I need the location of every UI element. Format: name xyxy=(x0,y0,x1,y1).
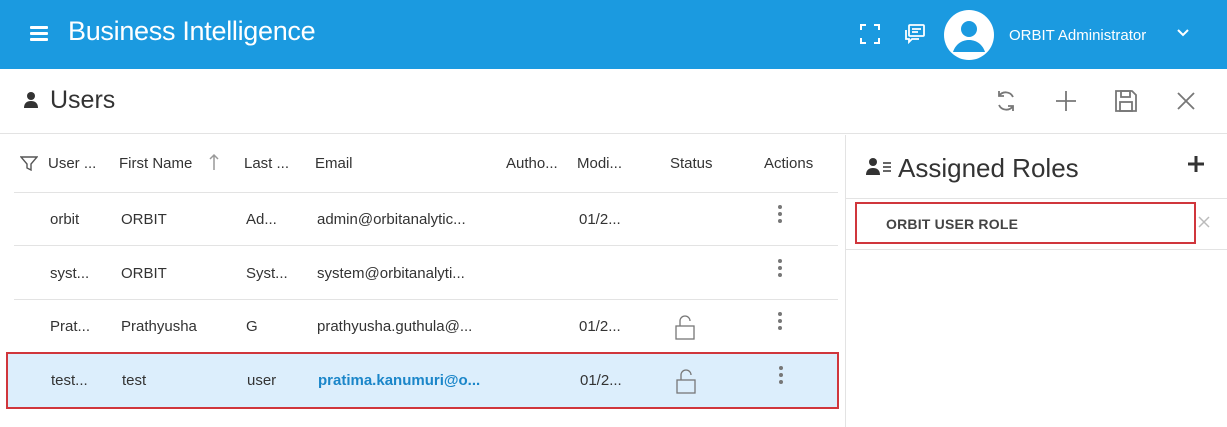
close-icon[interactable] xyxy=(1173,88,1199,114)
unlocked-icon[interactable] xyxy=(674,314,696,340)
users-grid: User ... First Name Last ... Email Autho… xyxy=(0,135,845,427)
table-row-selected[interactable]: test... test user pratima.kanumuri@o... … xyxy=(6,352,839,409)
role-label: ORBIT USER ROLE xyxy=(886,216,1019,232)
cell-user: Prat... xyxy=(50,318,91,335)
cell-last-name: G xyxy=(246,318,258,335)
cell-user: syst... xyxy=(50,265,90,282)
row-actions-icon[interactable] xyxy=(778,205,782,223)
cell-email[interactable]: pratima.kanumuri@o... xyxy=(318,372,503,389)
refresh-icon[interactable] xyxy=(993,88,1019,114)
cell-email: system@orbitanalyti... xyxy=(317,265,465,282)
sort-ascending-icon[interactable] xyxy=(208,153,220,171)
col-header-authorization[interactable]: Autho... xyxy=(506,155,571,172)
col-header-actions: Actions xyxy=(764,155,814,172)
cell-modified: 01/2... xyxy=(579,211,621,228)
cell-modified: 01/2... xyxy=(579,318,621,335)
page-header: Users xyxy=(0,69,1227,134)
col-header-first-name[interactable]: First Name xyxy=(119,155,214,172)
col-header-status[interactable]: Status xyxy=(670,155,730,172)
table-row[interactable]: orbit ORBIT Ad... admin@orbitanalytic...… xyxy=(14,193,838,246)
col-header-last-name[interactable]: Last ... xyxy=(244,155,304,172)
cell-last-name: user xyxy=(247,372,277,389)
cell-user: orbit xyxy=(50,211,80,228)
user-icon xyxy=(24,92,38,108)
fullscreen-icon[interactable] xyxy=(858,22,882,46)
col-header-user[interactable]: User ... xyxy=(48,155,108,172)
app-title: Business Intelligence xyxy=(68,16,316,46)
roles-divider xyxy=(846,198,1227,199)
cell-last-name: Ad... xyxy=(246,211,277,228)
remove-role-icon[interactable] xyxy=(1197,215,1211,229)
save-icon[interactable] xyxy=(1113,88,1139,114)
assigned-roles-title: Assigned Roles xyxy=(898,153,1079,183)
roles-divider xyxy=(846,249,1227,250)
user-avatar-icon xyxy=(953,21,985,52)
row-actions-icon[interactable] xyxy=(779,366,783,384)
cell-first-name: test xyxy=(122,372,147,389)
add-icon[interactable] xyxy=(1053,88,1079,114)
menu-icon[interactable] xyxy=(30,26,48,41)
user-name[interactable]: ORBIT Administrator xyxy=(1009,27,1146,44)
chevron-down-icon[interactable] xyxy=(1175,27,1191,39)
assigned-roles-panel: Assigned Roles ORBIT USER ROLE xyxy=(846,135,1227,427)
row-actions-icon[interactable] xyxy=(778,259,782,277)
page-title: Users xyxy=(50,86,116,114)
col-header-modified[interactable]: Modi... xyxy=(577,155,642,172)
cell-email: admin@orbitanalytic... xyxy=(317,211,466,228)
role-item[interactable]: ORBIT USER ROLE xyxy=(855,202,1196,244)
table-row[interactable]: Prat... Prathyusha G prathyusha.guthula@… xyxy=(14,300,838,353)
cell-first-name: ORBIT xyxy=(121,265,167,282)
col-header-email[interactable]: Email xyxy=(315,155,375,172)
unlocked-icon[interactable] xyxy=(675,368,697,394)
filter-icon[interactable] xyxy=(20,155,38,171)
top-bar: Business Intelligence ORBIT Administrato… xyxy=(0,0,1227,69)
chat-icon[interactable] xyxy=(903,22,927,46)
row-actions-icon[interactable] xyxy=(778,312,782,330)
avatar[interactable] xyxy=(944,10,994,60)
cell-email: prathyusha.guthula@... xyxy=(317,318,473,335)
cell-first-name: Prathyusha xyxy=(121,318,197,335)
cell-user: test... xyxy=(51,372,88,389)
table-row[interactable]: syst... ORBIT Syst... system@orbitanalyt… xyxy=(14,247,838,300)
add-role-icon[interactable] xyxy=(1187,155,1205,173)
cell-modified: 01/2... xyxy=(580,372,622,389)
cell-first-name: ORBIT xyxy=(121,211,167,228)
user-roles-icon xyxy=(866,158,891,175)
cell-last-name: Syst... xyxy=(246,265,288,282)
